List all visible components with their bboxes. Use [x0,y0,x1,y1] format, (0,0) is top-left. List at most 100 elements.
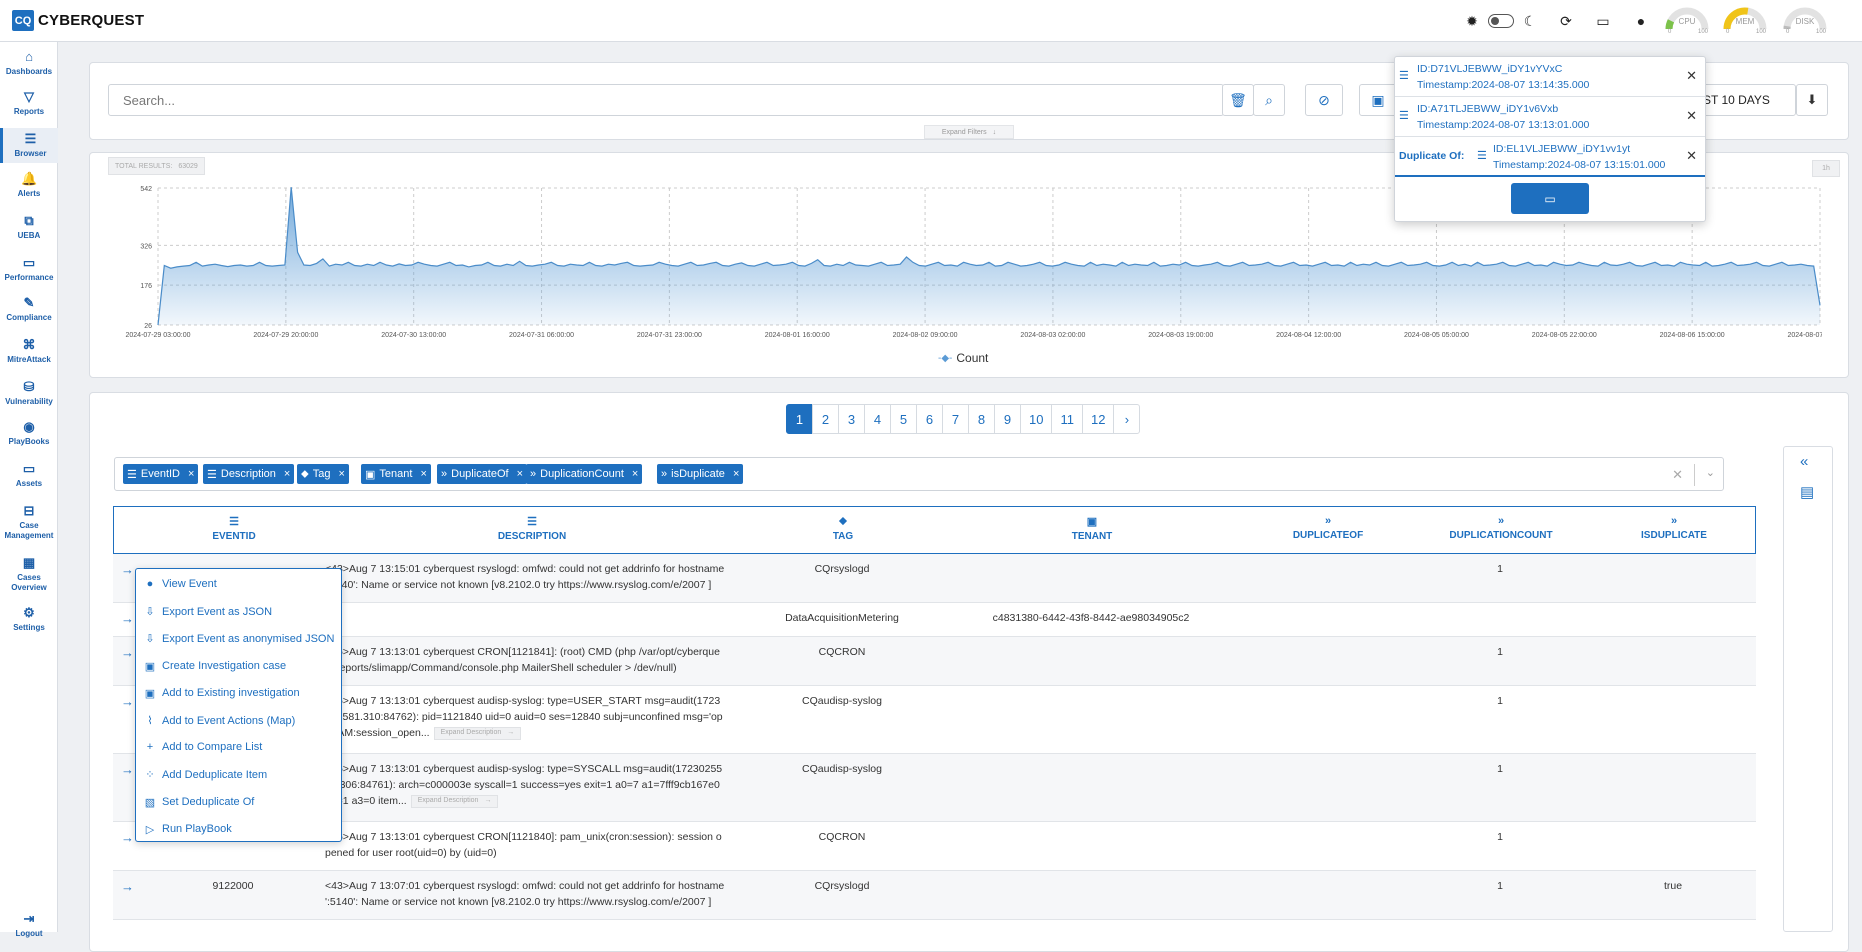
page-button-7[interactable]: 7 [942,404,969,434]
table-row[interactable]: →DataAcquisitionMeteringc4831380-6442-43… [113,603,1756,637]
sun-icon[interactable]: ✹ [1462,11,1482,31]
page-button-11[interactable]: 11 [1051,404,1083,434]
sidebar-item-dashboards[interactable]: ⌂Dashboards [0,46,58,81]
expand-description-button[interactable]: Expand Description→ [411,795,499,808]
search-input[interactable]: Search... [108,84,1224,116]
sidebar-item-performance[interactable]: ▭Performance [0,252,58,287]
chart-legend[interactable]: -◆- Count [938,351,988,365]
page-button-9[interactable]: 9 [994,404,1021,434]
theme-toggle[interactable] [1488,14,1514,28]
sidebar-item-playbooks[interactable]: ◉PlayBooks [0,416,58,451]
clear-search-button[interactable]: 🗑 [1222,84,1254,116]
expand-row-arrow-icon[interactable]: → [121,645,134,660]
expand-row-arrow-icon[interactable]: → [121,562,134,577]
table-row[interactable]: →<86>Aug 7 13:13:01 cyberquest CRON[1121… [113,637,1756,686]
menu-item-run-playbook[interactable]: ▷Run PlayBook [144,823,232,836]
column-chip-eventid[interactable]: ☰EventID× [123,464,198,484]
duplicate-item[interactable]: ☰ ID:A71TLJEBWW_iDY1v6VxbTimestamp:2024-… [1395,97,1705,137]
column-header-description[interactable]: ☰DESCRIPTION [452,515,612,542]
table-row[interactable]: →9081001<86>Aug 7 13:13:01 cyberquest CR… [113,822,1756,871]
column-header-eventid[interactable]: ☰EVENTID [154,515,314,542]
expand-filters-button[interactable]: Expand Filters↓ [924,125,1014,139]
table-row[interactable]: →9122000<43>Aug 7 13:07:01 cyberquest rs… [113,871,1756,920]
next-page-button[interactable]: › [1113,404,1140,434]
table-row[interactable]: →<43>Aug 7 13:15:01 cyberquest rsyslogd:… [113,554,1756,603]
page-button-3[interactable]: 3 [838,404,865,434]
column-header-duplicationcount[interactable]: »DUPLICATIONCOUNT [1421,515,1581,541]
user-icon[interactable]: ● [1631,11,1651,31]
column-header-isduplicate[interactable]: »ISDUPLICATE [1594,515,1754,541]
remove-chip-icon[interactable]: × [284,468,290,480]
column-chip-tenant[interactable]: ▣Tenant× [361,464,431,484]
moon-icon[interactable]: ☾ [1520,11,1540,31]
sidebar-item-vulnerability[interactable]: ⛁Vulnerability [0,376,58,411]
sidebar-item-assets[interactable]: ▭Assets [0,458,58,493]
column-chip-duplicationcount[interactable]: »DuplicationCount× [526,464,642,484]
menu-item-view-event[interactable]: ●View Event [144,578,217,590]
menu-item-export-event-as-json[interactable]: ⇩Export Event as JSON [144,605,272,618]
column-chip-description[interactable]: ☰Description× [203,464,294,484]
sidebar-item-compliance[interactable]: ✎Compliance [0,292,58,327]
column-chip-isduplicate[interactable]: »isDuplicate× [657,464,743,484]
apply-duplicate-button[interactable]: ▭ [1511,183,1589,214]
remove-chip-icon[interactable]: × [188,468,194,480]
column-chip-tag[interactable]: ⬥Tag× [297,464,349,484]
chart-icon[interactable]: ▤ [1800,483,1814,501]
chevron-down-icon[interactable]: ⌄ [1706,466,1715,479]
page-button-5[interactable]: 5 [890,404,917,434]
close-icon[interactable]: ✕ [1686,108,1697,124]
filter-toggle-button[interactable]: ⊘ [1305,84,1343,116]
close-icon[interactable]: ✕ [1686,68,1697,84]
menu-item-add-to-compare-list[interactable]: +Add to Compare List [144,741,262,753]
menu-item-set-deduplicate-of[interactable]: ▧Set Deduplicate Of [144,796,254,809]
sidebar-item-logout[interactable]: ⇥ Logout [0,912,58,939]
table-row[interactable]: →<86>Aug 7 13:13:01 cyberquest audisp-sy… [113,686,1756,754]
page-button-10[interactable]: 10 [1020,404,1052,434]
download-button[interactable]: ⬇ [1796,84,1828,116]
sidebar-item-browser[interactable]: ☰Browser [0,128,58,163]
expand-row-arrow-icon[interactable]: → [121,694,134,709]
refresh-icon[interactable]: ⟳ [1556,11,1576,31]
duplicate-of-item[interactable]: Duplicate Of: ☰ ID:EL1VLJEBWW_iDY1vv1ytT… [1395,137,1705,177]
logo[interactable]: CQ CYBERQUEST [12,10,144,31]
menu-item-export-event-as-anonymised-json[interactable]: ⇩Export Event as anonymised JSON [144,632,334,645]
menu-item-add-deduplicate-item[interactable]: ⁘Add Deduplicate Item [144,768,267,781]
remove-chip-icon[interactable]: × [733,468,739,480]
page-button-8[interactable]: 8 [968,404,995,434]
page-button-12[interactable]: 12 [1082,404,1114,434]
page-button-2[interactable]: 2 [812,404,839,434]
clear-columns-icon[interactable]: ✕ [1672,467,1683,483]
page-button-6[interactable]: 6 [916,404,943,434]
interval-badge[interactable]: 1h [1812,160,1840,177]
menu-item-add-to-existing-investigation[interactable]: ▣Add to Existing investigation [144,687,300,700]
sidebar-item-mitreattack[interactable]: ⌘MitreAttack [0,334,58,369]
monitor-icon[interactable]: ▭ [1593,11,1613,31]
sidebar-item-ueba[interactable]: ⧉UEBA [0,210,58,245]
expand-description-button[interactable]: Expand Description→ [434,727,522,740]
save-search-button[interactable]: ▣ [1359,84,1397,116]
remove-chip-icon[interactable]: × [420,468,426,480]
search-button[interactable]: ⌕ [1253,84,1285,116]
table-row[interactable]: →<86>Aug 7 13:13:01 cyberquest audisp-sy… [113,754,1756,822]
sidebar-item-settings[interactable]: ⚙Settings [0,602,58,637]
sidebar-item-case[interactable]: ⊟CaseManagement [0,500,58,545]
column-header-duplicateof[interactable]: »DUPLICATEOF [1248,515,1408,541]
sidebar-item-reports[interactable]: ▽Reports [0,86,58,121]
column-chip-duplicateof[interactable]: »DuplicateOf× [437,464,527,484]
remove-chip-icon[interactable]: × [517,468,523,480]
page-button-4[interactable]: 4 [864,404,891,434]
expand-row-arrow-icon[interactable]: → [121,830,134,845]
expand-row-arrow-icon[interactable]: → [121,762,134,777]
column-selector[interactable]: ✕ ⌄ ☰EventID×☰Description×⬥Tag× ▣Tenant× »… [114,457,1724,491]
expand-row-arrow-icon[interactable]: → [121,611,134,626]
duplicate-item[interactable]: ☰ ID:D71VLJEBWW_iDY1vYVxCTimestamp:2024-… [1395,57,1705,97]
date-range-select[interactable]: ST 10 DAYS [1700,84,1796,116]
close-icon[interactable]: ✕ [1686,148,1697,164]
column-header-tenant[interactable]: ▣TENANT [1012,515,1172,542]
column-header-tag[interactable]: ⬥TAG [763,515,923,542]
remove-chip-icon[interactable]: × [338,468,344,480]
expand-row-arrow-icon[interactable]: → [121,879,134,894]
menu-item-create-investigation-case[interactable]: ▣Create Investigation case [144,660,286,673]
sidebar-item-cases[interactable]: ▦CasesOverview [0,552,58,597]
menu-item-add-to-event-actions-map[interactable]: ⌇Add to Event Actions (Map) [144,714,295,727]
